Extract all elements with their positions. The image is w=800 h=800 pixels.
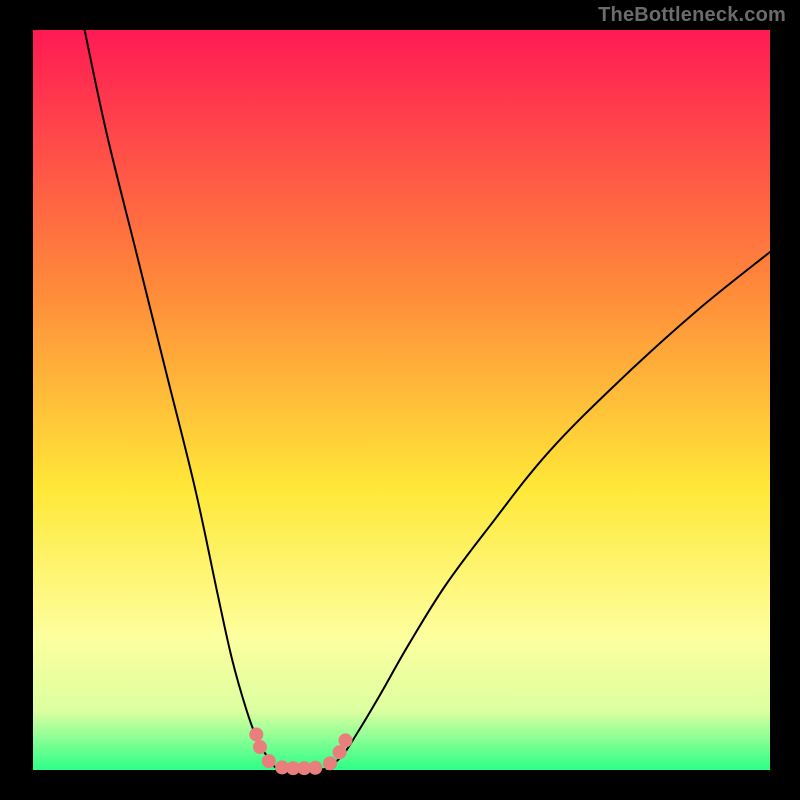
- marker-dot: [323, 756, 337, 770]
- marker-dot: [308, 761, 322, 775]
- watermark-text: TheBottleneck.com: [598, 4, 786, 27]
- marker-dot: [333, 745, 347, 759]
- marker-dot: [338, 733, 352, 747]
- marker-dot: [249, 727, 263, 741]
- plot-background: [33, 30, 770, 770]
- bottleneck-chart: [0, 0, 800, 800]
- chart-frame: TheBottleneck.com: [0, 0, 800, 800]
- marker-dot: [253, 740, 267, 754]
- marker-dot: [262, 754, 276, 768]
